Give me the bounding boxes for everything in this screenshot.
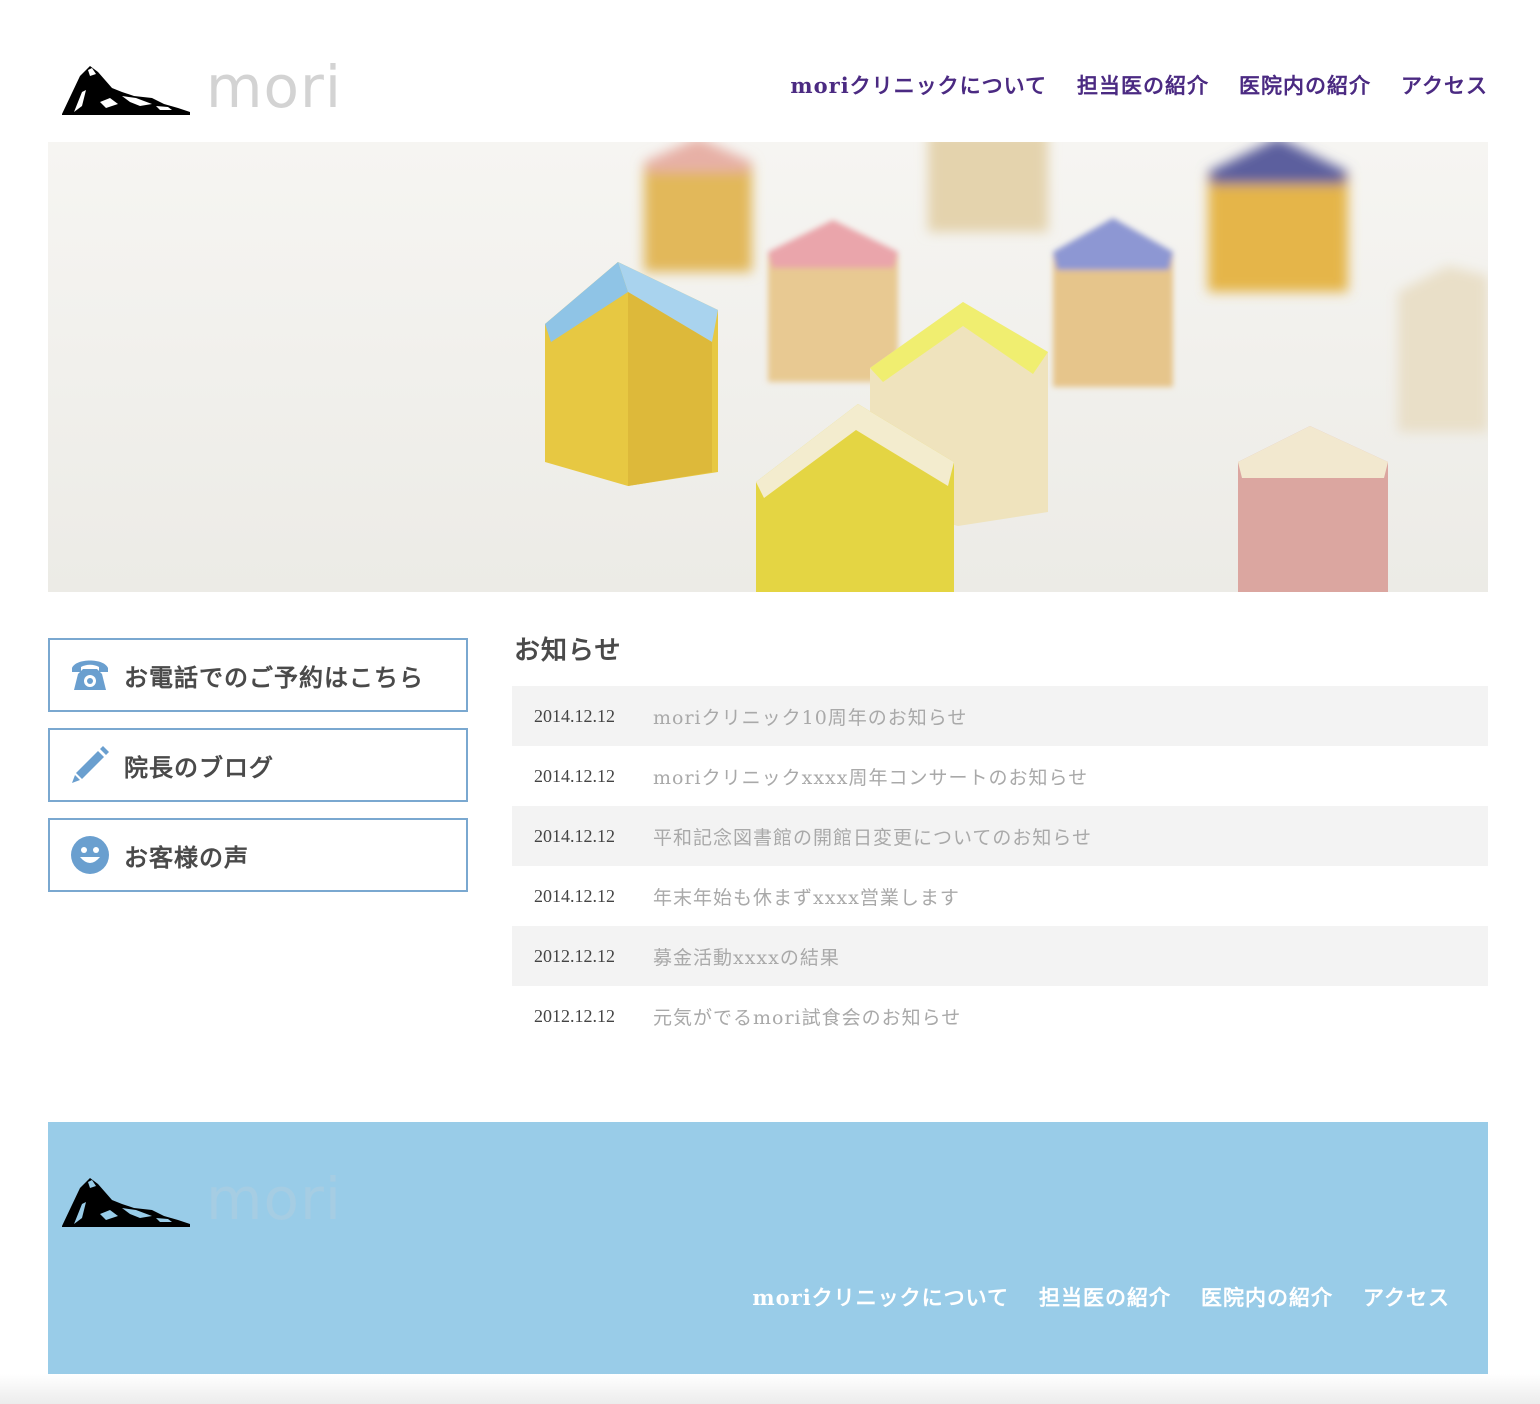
pencil-icon [68, 743, 112, 787]
news-link[interactable]: 募金活動xxxxの結果 [653, 943, 840, 970]
news-date: 2012.12.12 [534, 1005, 615, 1026]
nav-item-about[interactable]: moriクリニックについて [790, 70, 1047, 100]
mountain-logo-icon [62, 1178, 190, 1227]
nav-item-access[interactable]: アクセス [1401, 70, 1488, 100]
nav-item-clinic[interactable]: 医院内の紹介 [1239, 70, 1371, 100]
main-nav: moriクリニックについて 担当医の紹介 医院内の紹介 アクセス [790, 70, 1488, 100]
logo-wordmark: mori [206, 53, 342, 121]
site-footer: mori moriクリニックについて 担当医の紹介 医院内の紹介 アクセス [48, 1122, 1488, 1374]
hero-houses-illustration [48, 142, 1488, 592]
footer-logo-wordmark: mori [206, 1165, 342, 1233]
news-link[interactable]: moriクリニック10周年のお知らせ [653, 703, 967, 730]
side-button-label: お客様の声 [124, 842, 249, 872]
news-title: お知らせ [514, 636, 622, 666]
news-item[interactable]: 2014.12.12 年末年始も休まずxxxx営業します [512, 866, 1488, 926]
mountain-logo-icon [62, 66, 190, 115]
news-link[interactable]: 平和記念図書館の開館日変更についてのお知らせ [653, 823, 1092, 850]
footer-nav-item-access[interactable]: アクセス [1363, 1282, 1450, 1312]
news-item[interactable]: 2014.12.12 moriクリニック10周年のお知らせ [512, 686, 1488, 746]
nav-item-doctors[interactable]: 担当医の紹介 [1077, 70, 1209, 100]
customer-voice-button[interactable]: お客様の声 [48, 818, 468, 892]
news-date: 2014.12.12 [534, 885, 615, 906]
side-menu: お電話でのご予約はこちら 院長のブログ お客様の声 [48, 638, 468, 908]
footer-nav-item-about[interactable]: moriクリニックについて [752, 1282, 1009, 1312]
footer-nav-item-clinic[interactable]: 医院内の紹介 [1201, 1282, 1333, 1312]
footer-logo[interactable]: mori [60, 1165, 350, 1233]
smiley-face-icon [68, 833, 112, 877]
news-date: 2014.12.12 [534, 765, 615, 786]
news-date: 2012.12.12 [534, 945, 615, 966]
page-bottom-edge [0, 1374, 1540, 1404]
news-link[interactable]: 年末年始も休まずxxxx営業します [653, 883, 960, 910]
phone-reservation-button[interactable]: お電話でのご予約はこちら [48, 638, 468, 712]
news-item[interactable]: 2014.12.12 平和記念図書館の開館日変更についてのお知らせ [512, 806, 1488, 866]
news-link[interactable]: 元気がでるmori試食会のお知らせ [653, 1003, 961, 1030]
footer-nav-item-doctors[interactable]: 担当医の紹介 [1039, 1282, 1171, 1312]
news-link[interactable]: moriクリニックxxxx周年コンサートのお知らせ [653, 763, 1088, 790]
news-list: 2014.12.12 moriクリニック10周年のお知らせ 2014.12.12… [512, 686, 1488, 1046]
telephone-icon [68, 653, 112, 697]
director-blog-button[interactable]: 院長のブログ [48, 728, 468, 802]
site-logo[interactable]: mori [60, 53, 350, 121]
news-date: 2014.12.12 [534, 705, 615, 726]
news-item[interactable]: 2012.12.12 募金活動xxxxの結果 [512, 926, 1488, 986]
news-date: 2014.12.12 [534, 825, 615, 846]
side-button-label: 院長のブログ [124, 752, 274, 782]
news-item[interactable]: 2014.12.12 moriクリニックxxxx周年コンサートのお知らせ [512, 746, 1488, 806]
side-button-label: お電話でのご予約はこちら [124, 662, 424, 692]
hero-image [48, 142, 1488, 592]
news-section: お知らせ 2014.12.12 moriクリニック10周年のお知らせ 2014.… [512, 630, 1488, 1046]
news-item[interactable]: 2012.12.12 元気がでるmori試食会のお知らせ [512, 986, 1488, 1046]
site-header: mori moriクリニックについて 担当医の紹介 医院内の紹介 アクセス [48, 0, 1488, 142]
footer-nav: moriクリニックについて 担当医の紹介 医院内の紹介 アクセス [752, 1282, 1450, 1312]
